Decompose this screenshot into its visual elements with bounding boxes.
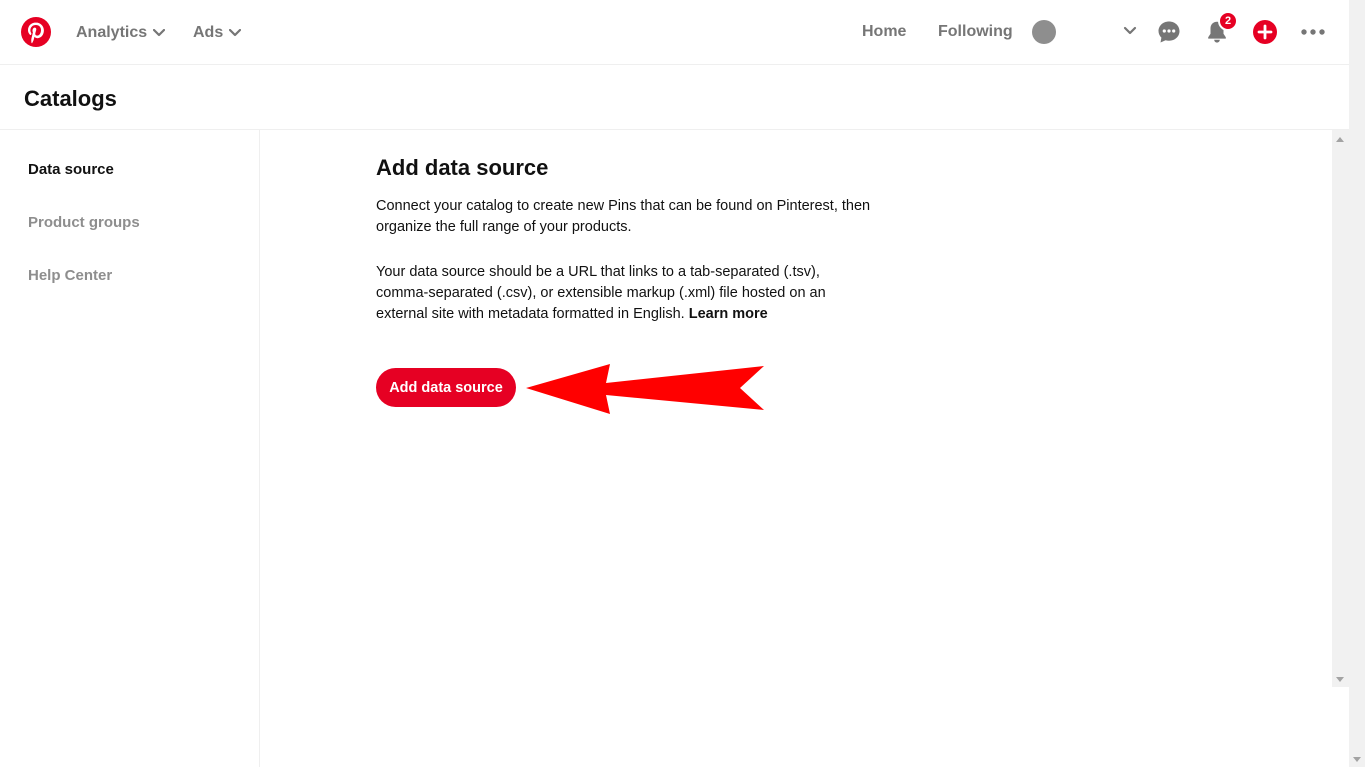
scroll-up-icon[interactable] [1336, 137, 1344, 142]
following-link[interactable]: Following [938, 23, 1013, 41]
account-chevron-down-icon[interactable] [1123, 26, 1137, 36]
notifications-button[interactable]: 2 [1205, 11, 1238, 46]
ads-menu[interactable]: Ads [193, 22, 242, 44]
plus-icon[interactable] [1253, 20, 1277, 44]
ellipsis-icon[interactable] [1301, 26, 1325, 38]
scroll-down-icon[interactable] [1336, 677, 1344, 682]
window-scroll-down-icon[interactable] [1353, 757, 1361, 762]
annotation-arrow-icon [526, 364, 764, 414]
speech-bubble-icon[interactable] [1157, 20, 1181, 44]
sidebar: Data source Product groups Help Center [0, 130, 260, 767]
ads-label: Ads [193, 24, 224, 41]
window-scrollbar[interactable] [1349, 0, 1365, 767]
notification-count-badge: 2 [1218, 11, 1238, 31]
analytics-menu[interactable]: Analytics [76, 22, 166, 44]
content-scrollbar[interactable] [1332, 130, 1349, 687]
description-paragraph: Connect your catalog to create new Pins … [376, 198, 871, 235]
section-heading: Add data source [376, 155, 549, 180]
page-header: Catalogs [0, 65, 1349, 130]
add-data-source-button[interactable]: Add data source [376, 368, 516, 407]
top-navigation: Analytics Ads Home Following 2 [0, 0, 1349, 65]
sidebar-item-product-groups[interactable]: Product groups [28, 214, 140, 231]
analytics-label: Analytics [76, 24, 148, 41]
page: Analytics Ads Home Following 2 Catalogs … [0, 0, 1365, 767]
avatar[interactable] [1032, 20, 1056, 44]
main-content: Add data source Connect your catalog to … [376, 154, 876, 325]
page-title: Catalogs [24, 86, 117, 111]
chevron-down-icon [153, 29, 166, 37]
requirements-paragraph: Your data source should be a URL that li… [376, 262, 876, 325]
learn-more-link[interactable]: Learn more [689, 306, 768, 322]
home-link[interactable]: Home [862, 23, 906, 41]
pinterest-logo-icon[interactable] [21, 17, 51, 47]
chevron-down-icon [229, 29, 242, 37]
sidebar-item-data-source[interactable]: Data source [28, 161, 114, 178]
sidebar-item-help-center[interactable]: Help Center [28, 267, 112, 284]
